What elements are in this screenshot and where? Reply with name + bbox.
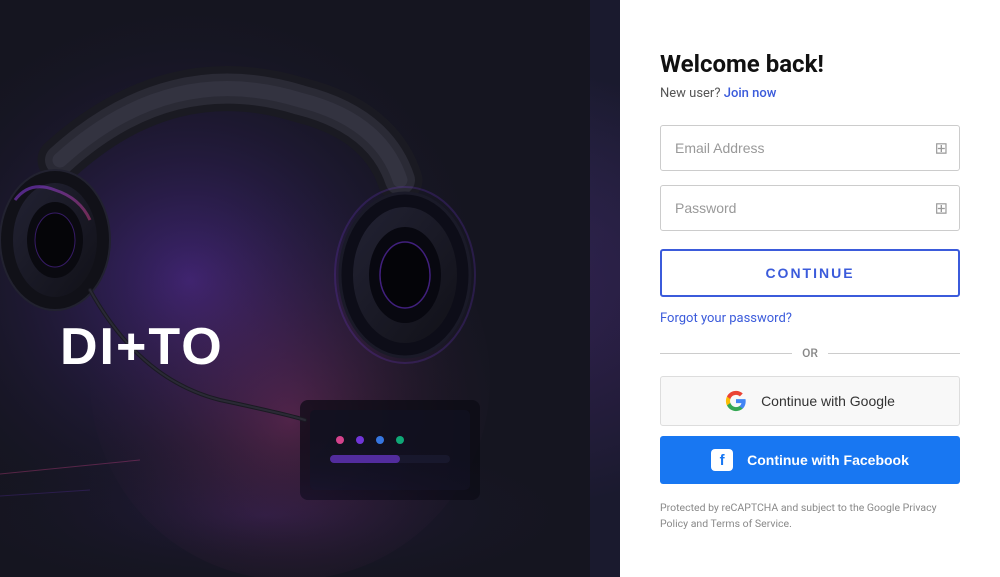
email-icon: ⊞ — [935, 139, 948, 158]
or-line-right — [828, 353, 960, 354]
facebook-signin-button[interactable]: f Continue with Facebook — [660, 436, 960, 484]
email-wrapper: ⊞ — [660, 125, 960, 171]
app-logo: DI+TO — [60, 317, 224, 377]
google-icon — [725, 390, 747, 412]
welcome-title: Welcome back! — [660, 50, 960, 78]
new-user-text: New user? Join now — [660, 86, 960, 101]
password-wrapper: ⊞ — [660, 185, 960, 231]
headphone-illustration — [0, 0, 590, 577]
facebook-icon: f — [711, 449, 733, 471]
password-input[interactable] — [660, 185, 960, 231]
join-link[interactable]: Join now — [724, 86, 777, 101]
email-input[interactable] — [660, 125, 960, 171]
login-panel: Welcome back! New user? Join now ⊞ ⊞ CON… — [620, 0, 1000, 577]
recaptcha-notice: Protected by reCAPTCHA and subject to th… — [660, 500, 960, 532]
new-user-label: New user? — [660, 86, 720, 101]
password-icon: ⊞ — [935, 199, 948, 218]
or-divider: OR — [660, 346, 960, 360]
facebook-button-label: Continue with Facebook — [747, 452, 909, 468]
or-line-left — [660, 353, 792, 354]
or-text: OR — [802, 346, 818, 360]
google-signin-button[interactable]: Continue with Google — [660, 376, 960, 426]
recaptcha-text-content: Protected by reCAPTCHA and subject to th… — [660, 501, 937, 530]
logo-text: DI+TO — [60, 318, 224, 376]
google-button-label: Continue with Google — [761, 393, 895, 409]
continue-button[interactable]: CONTINUE — [660, 249, 960, 297]
forgot-password-link[interactable]: Forgot your password? — [660, 311, 960, 326]
